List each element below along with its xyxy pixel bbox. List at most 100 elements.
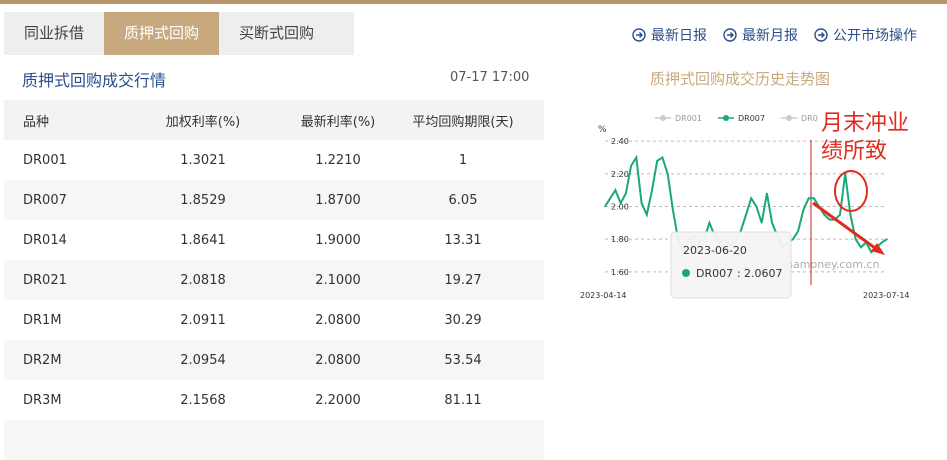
table-row: DR007 1.8529 1.8700 6.05 — [4, 180, 544, 220]
cell-avg-term: 53.54 — [444, 352, 482, 368]
circle-arrow-right-icon — [632, 28, 646, 42]
cell-latest-rate: 2.2000 — [315, 392, 361, 408]
section-timestamp: 07-17 17:00 — [450, 70, 530, 85]
cell-avg-term: 13.31 — [444, 232, 482, 248]
cell-avg-term: 30.29 — [444, 312, 482, 328]
latest-daily-report-link[interactable]: 最新日报 — [632, 25, 707, 45]
table-row: DR1M 2.0911 2.0800 30.29 — [4, 300, 544, 340]
table-row: DR021 2.0818 2.1000 19.27 — [4, 260, 544, 300]
cell-variety: DR001 — [23, 152, 67, 168]
cell-avg-term: 6.05 — [448, 192, 478, 208]
cell-variety: DR1M — [23, 312, 62, 328]
annotation-circle — [834, 170, 868, 212]
tooltip-series-name: DR007 — [696, 267, 733, 280]
data-point — [849, 213, 852, 216]
legend-dr0-marker — [786, 115, 792, 121]
rate-trend-chart[interactable]: DR001 DR007 DR0 % 2.402.202.001.801.60 2… — [575, 100, 925, 310]
legend-dr007-marker — [723, 115, 729, 121]
legend-dr001-marker — [660, 115, 666, 121]
data-point — [802, 209, 805, 211]
cell-avg-term: 19.27 — [444, 272, 482, 288]
annotation: 月末冲业 绩所致 — [812, 111, 909, 255]
data-point — [614, 189, 617, 191]
cell-latest-rate: 1.9000 — [315, 232, 361, 248]
table-row: DR001 1.3021 1.2210 1 — [4, 140, 544, 180]
repo-rate-table: 品种 加权利率(%) 最新利率(%) 平均回购期限(天) DR001 1.302… — [4, 100, 544, 460]
section-title: 质押式回购成交行情 — [22, 71, 167, 90]
data-point — [640, 202, 643, 204]
data-point — [745, 213, 747, 216]
x-axis-end-label: 2023-07-14 — [863, 291, 910, 300]
cell-latest-rate: 2.0800 — [315, 352, 361, 368]
data-point — [839, 213, 841, 216]
data-point — [630, 164, 632, 167]
y-tick-label: 2.40 — [611, 137, 629, 146]
data-point — [828, 218, 831, 221]
data-point — [619, 202, 622, 204]
data-point — [881, 241, 883, 244]
table-row: DR014 1.8641 1.9000 13.31 — [4, 220, 544, 260]
data-point — [609, 197, 611, 200]
data-point — [860, 246, 862, 249]
cell-weighted-rate: 1.8641 — [180, 232, 226, 248]
data-point — [750, 197, 752, 200]
table-header-row: 品种 加权利率(%) 最新利率(%) 平均回购期限(天) — [4, 100, 544, 140]
latest-monthly-report-label: 最新月报 — [742, 28, 798, 44]
tab-bar: 同业拆借 质押式回购 买断式回购 — [4, 12, 354, 55]
x-axis-start-label: 2023-04-14 — [580, 291, 627, 300]
cell-latest-rate: 1.2210 — [315, 152, 361, 168]
cell-variety: DR3M — [23, 392, 62, 408]
data-point — [755, 205, 758, 208]
data-point — [870, 251, 873, 253]
data-point — [708, 222, 711, 224]
y-axis-unit: % — [598, 125, 607, 135]
cell-variety: DR014 — [23, 232, 67, 248]
legend-dr007[interactable]: DR007 — [738, 114, 765, 123]
data-point — [807, 197, 810, 200]
data-point — [625, 192, 627, 195]
tooltip-date: 2023-06-20 — [683, 244, 747, 257]
data-point — [792, 238, 794, 240]
data-point — [672, 209, 674, 211]
tab-outright-repo[interactable]: 买断式回购 — [219, 12, 334, 55]
cell-variety: DR2M — [23, 352, 62, 368]
header-latest-rate: 最新利率(%) — [300, 114, 376, 130]
latest-daily-report-label: 最新日报 — [651, 28, 707, 44]
open-market-operations-link[interactable]: 公开市场操作 — [814, 25, 917, 45]
tab-pledged-repo[interactable]: 质押式回购 — [104, 12, 220, 55]
circle-arrow-right-icon — [814, 28, 828, 42]
cell-latest-rate: 2.1000 — [315, 272, 361, 288]
legend-dr0[interactable]: DR0 — [801, 114, 818, 123]
data-point — [797, 230, 799, 232]
quick-links: 最新日报 最新月报 公开市场操作 — [632, 25, 917, 45]
cell-avg-term: 81.11 — [444, 392, 482, 408]
legend-dr001[interactable]: DR001 — [675, 114, 702, 123]
cell-weighted-rate: 1.3021 — [180, 152, 226, 168]
data-point — [813, 197, 815, 200]
cell-variety: DR021 — [23, 272, 67, 288]
tooltip-separator: : — [737, 267, 741, 280]
top-accent-line — [0, 0, 947, 4]
cell-latest-rate: 2.0800 — [315, 312, 361, 328]
data-point — [823, 213, 826, 216]
cell-weighted-rate: 2.1568 — [180, 392, 226, 408]
data-point — [666, 173, 669, 175]
data-point — [646, 213, 648, 216]
table-row: DR2M 2.0954 2.0800 53.54 — [4, 340, 544, 380]
cell-weighted-rate: 2.0954 — [180, 352, 226, 368]
tooltip: 2023-06-20 DR007 : 2.0607 — [670, 231, 792, 299]
y-tick-label: 1.80 — [611, 235, 629, 244]
table-row-empty — [4, 420, 544, 460]
latest-monthly-report-link[interactable]: 最新月报 — [723, 25, 798, 45]
table-row: DR3M 2.1568 2.2000 81.11 — [4, 380, 544, 420]
y-tick-label: 2.20 — [611, 170, 629, 179]
y-axis-ticks: 2.402.202.001.801.60 — [611, 137, 629, 277]
header-weighted-rate: 加权利率(%) — [165, 114, 241, 130]
tooltip-series-marker — [682, 269, 690, 277]
header-variety: 品种 — [23, 114, 50, 130]
tab-interbank-lending[interactable]: 同业拆借 — [4, 12, 104, 55]
data-point — [656, 160, 658, 162]
cell-weighted-rate: 1.8529 — [180, 192, 226, 208]
y-tick-label: 1.60 — [611, 268, 629, 277]
data-point — [635, 156, 638, 159]
